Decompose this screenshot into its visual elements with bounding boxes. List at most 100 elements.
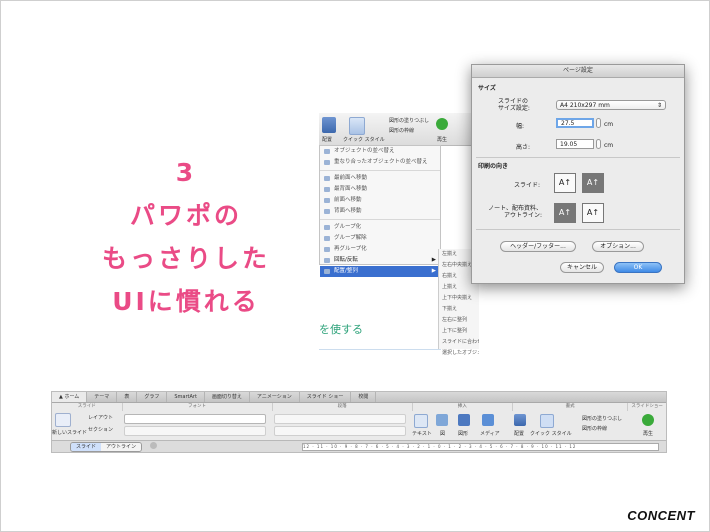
arrange-icon[interactable] [322, 117, 336, 133]
font-style-buttons[interactable] [124, 426, 266, 436]
fill-button[interactable]: 図形の塗りつぶし [582, 415, 622, 422]
group-insert: 挿入 [413, 403, 513, 411]
menu-item[interactable]: 前面へ移動 [320, 195, 440, 206]
menu-separator [320, 219, 440, 220]
menu-separator [320, 170, 440, 171]
submenu-item[interactable]: 左右に整列 [439, 315, 479, 326]
paragraph-buttons[interactable] [274, 414, 406, 424]
shape-label: 図形 [458, 431, 469, 437]
slide-text-fragment: を使する [319, 323, 363, 336]
view-outline-button[interactable]: アウトライン [101, 443, 142, 451]
menu-item[interactable]: 再グループ化 [320, 244, 440, 255]
options-button[interactable]: オプション... [592, 241, 644, 252]
ruler: 12 · 11 · 10 · 9 · 8 · 7 · 6 · 5 · 4 · 3… [302, 443, 659, 451]
rotate-icon [324, 258, 330, 263]
tab-slideshow[interactable]: スライド ショー [300, 392, 352, 402]
submenu-item[interactable]: 下揃え [439, 304, 479, 315]
slide-orientation-label: スライド: [514, 182, 541, 189]
menu-item-align[interactable]: 配置/整列 ▶ [320, 266, 440, 277]
height-label: 高さ: [516, 144, 531, 151]
submenu-item[interactable]: スライドに合わせて配置 [439, 337, 479, 348]
tab-review[interactable]: 校閲 [351, 392, 377, 402]
landscape-icon[interactable]: A↑ [582, 173, 604, 193]
reorder-overlap-icon [324, 160, 330, 165]
outline-button[interactable]: 図形の枠線 [582, 425, 607, 432]
reorder-icon [324, 149, 330, 154]
group-slideshow: スライドショー [631, 404, 663, 409]
media-label: メディア [480, 431, 500, 437]
chevron-updown-icon: ⇕ [656, 102, 662, 109]
outline-label[interactable]: 図形の枠線 [389, 127, 414, 134]
group-format: 書式 [513, 403, 629, 411]
width-input[interactable]: 27.5 [556, 118, 594, 128]
alignment-buttons[interactable] [274, 426, 406, 436]
size-label: スライドの サイズ設定: [498, 98, 530, 112]
size-select[interactable]: A4 210x297 mm ⇕ [556, 100, 666, 110]
new-slide-icon[interactable] [55, 413, 71, 427]
bring-forward-icon [324, 198, 330, 203]
cancel-button[interactable]: キャンセル [560, 262, 604, 273]
menu-item[interactable]: 最前面へ移動 [320, 173, 440, 184]
submenu-arrow-icon: ▶ [431, 257, 436, 263]
media-icon[interactable] [482, 414, 494, 426]
arrange-icon[interactable] [514, 414, 526, 426]
tab-table[interactable]: 表 [117, 392, 138, 402]
send-back-icon [324, 187, 330, 192]
height-unit: cm [604, 142, 614, 149]
close-icon[interactable] [150, 442, 157, 449]
menu-item[interactable]: オブジェクトの並べ替え [320, 146, 440, 157]
portrait-icon[interactable]: A↑ [554, 173, 576, 193]
view-slide-button[interactable]: スライド [71, 443, 102, 451]
layout-button[interactable]: レイアウト [88, 414, 113, 421]
tab-transitions[interactable]: 画面切り替え [205, 392, 250, 402]
group-icon [324, 225, 330, 230]
notes-portrait-icon[interactable]: A↑ [554, 203, 576, 223]
picture-icon[interactable] [436, 414, 448, 426]
view-switch: スライド アウトライン [70, 442, 143, 452]
divider [319, 349, 441, 350]
section-button[interactable]: セクション [88, 426, 113, 433]
textbox-icon[interactable] [414, 414, 428, 428]
ribbon-tabs: ▲ ホーム テーマ 表 グラフ SmartArt 画面切り替え アニメーション … [52, 392, 666, 403]
tab-home[interactable]: ▲ ホーム [52, 392, 88, 402]
ok-button[interactable]: OK [614, 262, 662, 273]
play-icon[interactable] [436, 118, 448, 130]
tab-chart[interactable]: グラフ [137, 392, 168, 402]
new-slide-label[interactable]: 新しいスライド [52, 429, 87, 436]
tab-animations[interactable]: アニメーション [250, 392, 300, 402]
submenu-item[interactable]: 上下に整列 [439, 326, 479, 337]
play-icon[interactable] [642, 414, 654, 426]
notes-orientation-label: ノート、配布資料、 アウトライン: [488, 205, 542, 219]
submenu-item[interactable]: 上下中央揃え [439, 293, 479, 304]
ribbon-groups: スライド フォント 段落 挿入 書式 スライドショー [52, 403, 666, 411]
quick-style-icon[interactable] [540, 414, 554, 428]
menu-item[interactable]: 重なり合ったオブジェクトの並べ替え [320, 157, 440, 168]
bring-front-icon [324, 176, 330, 181]
height-stepper[interactable] [596, 139, 601, 149]
submenu-item[interactable]: 選択したオブジェクトの配置 [439, 348, 479, 359]
menu-item[interactable]: 背面へ移動 [320, 206, 440, 217]
notes-landscape-icon[interactable]: A↑ [582, 203, 604, 223]
quick-style-label: クイック スタイル [530, 431, 572, 437]
view-bar: スライド アウトライン 12 · 11 · 10 · 9 · 8 · 7 · 6… [52, 440, 666, 452]
menu-item[interactable]: グループ解除 [320, 233, 440, 244]
font-name-input[interactable] [124, 414, 266, 424]
fill-label[interactable]: 図形の塗りつぶし [389, 117, 429, 124]
ribbon: ▲ ホーム テーマ 表 グラフ SmartArt 画面切り替え アニメーション … [51, 391, 667, 453]
slide-title: 3 パワポの もっさりした UIに慣れる [91, 151, 281, 323]
menu-item-rotate[interactable]: 回転/反転 ▶ [320, 255, 440, 266]
shape-icon[interactable] [458, 414, 470, 426]
tab-smartart[interactable]: SmartArt [167, 392, 205, 402]
width-unit: cm [604, 121, 614, 128]
group-paragraph: 段落 [273, 403, 413, 411]
title-line-3: もっさりした [101, 244, 270, 273]
menu-item[interactable]: グループ化 [320, 222, 440, 233]
menu-item[interactable]: 最背面へ移動 [320, 184, 440, 195]
arrange-label: 配置 [514, 431, 525, 437]
quick-style-label: クイック スタイル [343, 137, 385, 143]
tab-theme[interactable]: テーマ [87, 392, 118, 402]
width-stepper[interactable] [596, 118, 601, 128]
header-footer-button[interactable]: ヘッダー/フッター... [500, 241, 576, 252]
height-input[interactable]: 19.05 [556, 139, 594, 149]
quick-style-icon[interactable] [349, 117, 365, 135]
